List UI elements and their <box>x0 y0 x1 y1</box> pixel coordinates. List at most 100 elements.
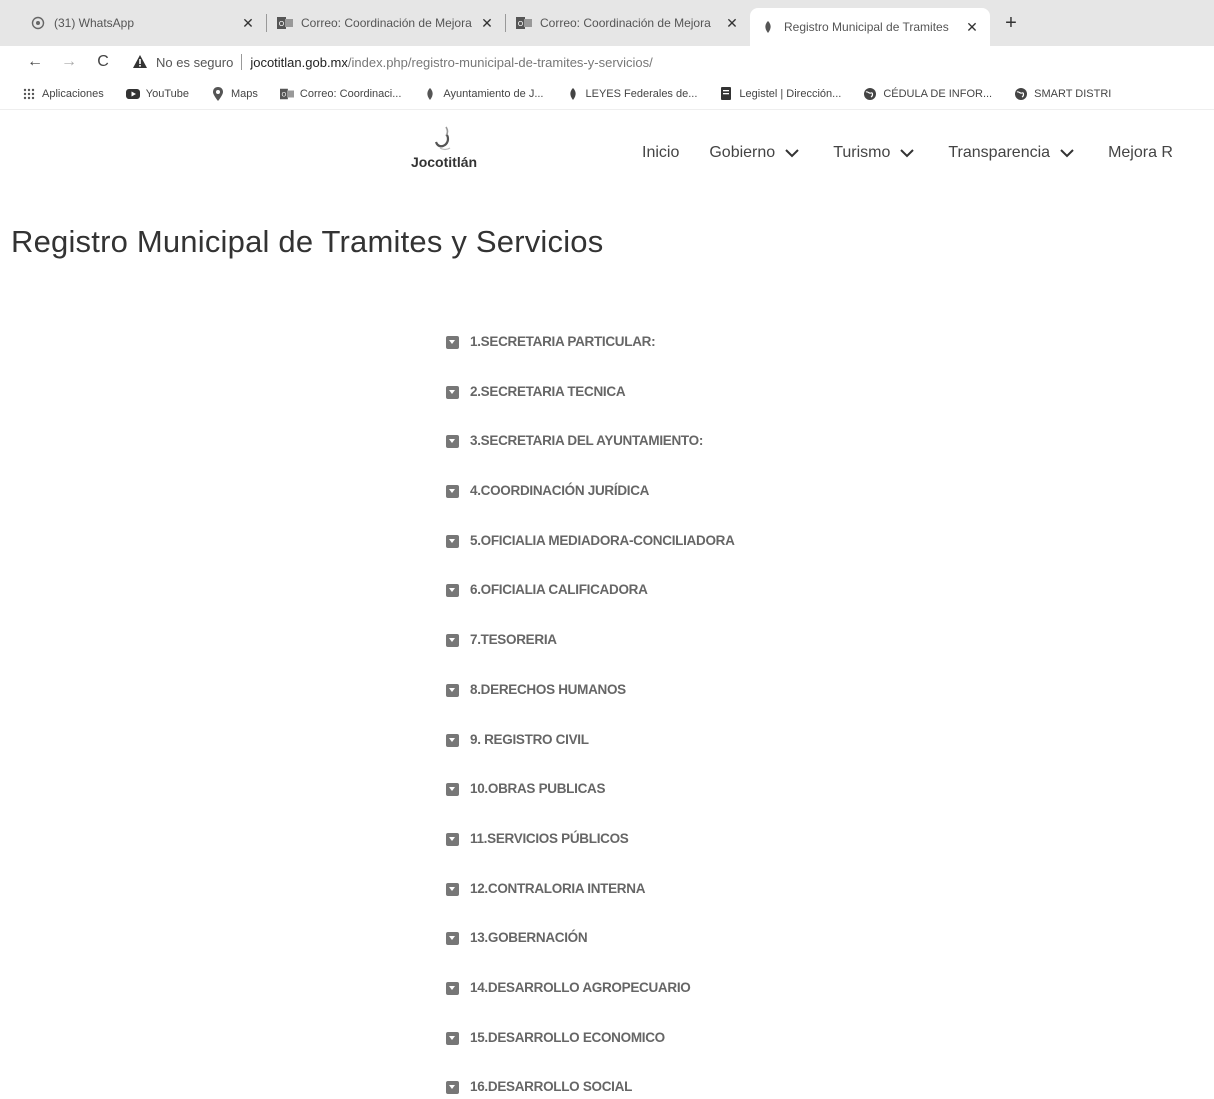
nav-transparencia[interactable]: Transparencia <box>948 144 1074 162</box>
list-item[interactable]: 6.OFICIALIA CALIFICADORA <box>446 582 735 632</box>
list-item[interactable]: 4.COORDINACIÓN JURÍDICA <box>446 483 735 533</box>
browser-tabstrip: (31) WhatsApp ✕ O Correo: Coordinación d… <box>0 0 1214 46</box>
site-logo[interactable]: Jocotitlán <box>402 126 486 176</box>
outlook-icon: O <box>516 15 532 31</box>
chevron-down-icon <box>900 149 915 158</box>
list-item[interactable]: 11.SERVICIOS PÚBLICOS <box>446 831 735 881</box>
caret-square-down-icon <box>446 336 459 349</box>
caret-square-down-icon <box>446 981 459 995</box>
bookmark-maps[interactable]: Maps <box>211 86 258 101</box>
svg-text:O: O <box>281 91 286 98</box>
back-button[interactable]: ← <box>22 49 48 75</box>
tab-close-button[interactable]: ✕ <box>479 15 495 31</box>
bookmark-aplicaciones[interactable]: Aplicaciones <box>22 87 104 101</box>
bookmark-label: SMART DISTRI <box>1034 87 1112 100</box>
youtube-icon <box>125 87 140 101</box>
department-label: 5.OFICIALIA MEDIADORA-CONCILIADORA <box>470 532 735 548</box>
department-list: 1.SECRETARIA PARTICULAR: 2.SECRETARIA TE… <box>446 334 735 1099</box>
maps-pin-icon <box>211 86 225 101</box>
list-item[interactable]: 12.CONTRALORIA INTERNA <box>446 881 735 931</box>
bookmark-label: Legistel | Dirección... <box>739 87 842 100</box>
list-item[interactable]: 8.DERECHOS HUMANOS <box>446 682 735 732</box>
tab-whatsapp[interactable]: (31) WhatsApp ✕ <box>20 6 266 40</box>
tab-close-button[interactable]: ✕ <box>240 15 256 31</box>
logo-mark-icon <box>434 126 451 151</box>
bookmark-youtube[interactable]: YouTube <box>125 87 189 101</box>
nav-mejora[interactable]: Mejora R <box>1108 144 1173 162</box>
caret-square-down-icon <box>446 435 459 449</box>
warning-icon[interactable] <box>132 54 148 70</box>
nav-label: Mejora R <box>1108 144 1173 161</box>
forward-button[interactable]: → <box>56 49 82 75</box>
nav-gobierno[interactable]: Gobierno <box>709 144 799 162</box>
list-item[interactable]: 14.DESARROLLO AGROPECUARIO <box>446 980 735 1030</box>
bookmark-icon <box>719 87 733 101</box>
list-item[interactable]: 15.DESARROLLO ECONOMICO <box>446 1030 735 1080</box>
list-item[interactable]: 1.SECRETARIA PARTICULAR: <box>446 334 735 384</box>
bookmarks-bar: Aplicaciones YouTube Maps O Correo: Coor… <box>0 78 1214 110</box>
logo-subtext <box>443 170 445 176</box>
list-item[interactable]: 7.TESORERIA <box>446 632 735 682</box>
site-icon <box>566 87 580 101</box>
bookmark-ayuntamiento[interactable]: Ayuntamiento de J... <box>423 87 544 101</box>
bookmark-cedula[interactable]: CÉDULA DE INFOR... <box>863 87 992 101</box>
caret-square-down-icon <box>446 634 459 648</box>
omnibox-separator <box>241 54 243 70</box>
department-label: 16.DESARROLLO SOCIAL <box>470 1079 633 1095</box>
department-label: 1.SECRETARIA PARTICULAR: <box>470 334 656 349</box>
main-navigation: Inicio Gobierno Turismo Transparencia Me… <box>642 144 1173 162</box>
address-bar: ← → C No es seguro jocotitlan.gob.mx/ind… <box>0 46 1214 78</box>
reload-button[interactable]: C <box>90 49 116 75</box>
bookmark-label: Maps <box>231 87 258 100</box>
caret-square-down-icon <box>446 783 459 797</box>
list-item[interactable]: 3.SECRETARIA DEL AYUNTAMIENTO: <box>446 433 735 483</box>
list-item[interactable]: 5.OFICIALIA MEDIADORA-CONCILIADORA <box>446 533 735 583</box>
department-label: 4.COORDINACIÓN JURÍDICA <box>470 483 650 499</box>
whatsapp-icon <box>30 15 46 31</box>
bookmark-leyes[interactable]: LEYES Federales de... <box>566 87 697 101</box>
outlook-icon: O <box>279 87 294 101</box>
tab-close-button[interactable]: ✕ <box>964 19 980 35</box>
department-label: 6.OFICIALIA CALIFICADORA <box>470 582 648 598</box>
department-label: 8.DERECHOS HUMANOS <box>470 681 626 697</box>
outlook-icon: O <box>277 15 293 31</box>
url-omnibox[interactable]: No es seguro jocotitlan.gob.mx/index.php… <box>132 54 653 70</box>
tab-correo-1[interactable]: O Correo: Coordinación de Mejora ✕ <box>267 6 505 40</box>
list-item[interactable]: 2.SECRETARIA TECNICA <box>446 384 735 434</box>
apps-grid-icon <box>22 87 36 101</box>
list-item[interactable]: 9. REGISTRO CIVIL <box>446 732 735 782</box>
nav-turismo[interactable]: Turismo <box>833 144 915 162</box>
globe-icon <box>1014 87 1028 101</box>
bookmark-correo[interactable]: O Correo: Coordinaci... <box>279 87 401 101</box>
department-label: 7.TESORERIA <box>470 632 557 648</box>
caret-square-down-icon <box>446 932 459 946</box>
site-header: Jocotitlán Inicio Gobierno Turismo Trans… <box>0 110 1214 190</box>
nav-label: Inicio <box>642 144 680 161</box>
page-title: Registro Municipal de Tramites y Servici… <box>11 224 604 259</box>
list-item[interactable]: 10.OBRAS PUBLICAS <box>446 781 735 831</box>
department-label: 14.DESARROLLO AGROPECUARIO <box>470 979 691 995</box>
tab-registro-active[interactable]: Registro Municipal de Tramites ✕ <box>750 8 990 46</box>
security-status[interactable]: No es seguro <box>156 55 233 70</box>
bookmark-legistel[interactable]: Legistel | Dirección... <box>719 87 841 101</box>
caret-square-down-icon <box>446 584 459 598</box>
chevron-down-icon <box>785 149 799 158</box>
caret-square-down-icon <box>446 832 459 846</box>
nav-label: Gobierno <box>709 144 776 161</box>
new-tab-button[interactable]: + <box>998 10 1024 36</box>
tab-correo-2[interactable]: O Correo: Coordinación de Mejora ✕ <box>506 6 750 40</box>
site-icon <box>423 87 437 101</box>
nav-label: Transparencia <box>948 144 1051 161</box>
tab-title: Registro Municipal de Tramites <box>784 20 949 34</box>
tab-close-button[interactable]: ✕ <box>724 15 740 31</box>
bookmark-smart[interactable]: SMART DISTRI <box>1014 87 1111 101</box>
nav-inicio[interactable]: Inicio <box>642 144 679 162</box>
department-label: 11.SERVICIOS PÚBLICOS <box>470 830 629 846</box>
department-label: 12.CONTRALORIA INTERNA <box>470 880 646 896</box>
logo-text: Jocotitlán <box>410 154 478 170</box>
list-item[interactable]: 13.GOBERNACIÓN <box>446 930 735 980</box>
department-label: 13.GOBERNACIÓN <box>470 930 588 946</box>
list-item[interactable]: 16.DESARROLLO SOCIAL <box>446 1079 735 1099</box>
department-label: 2.SECRETARIA TECNICA <box>470 383 626 399</box>
department-label: 9. REGISTRO CIVIL <box>470 731 589 747</box>
